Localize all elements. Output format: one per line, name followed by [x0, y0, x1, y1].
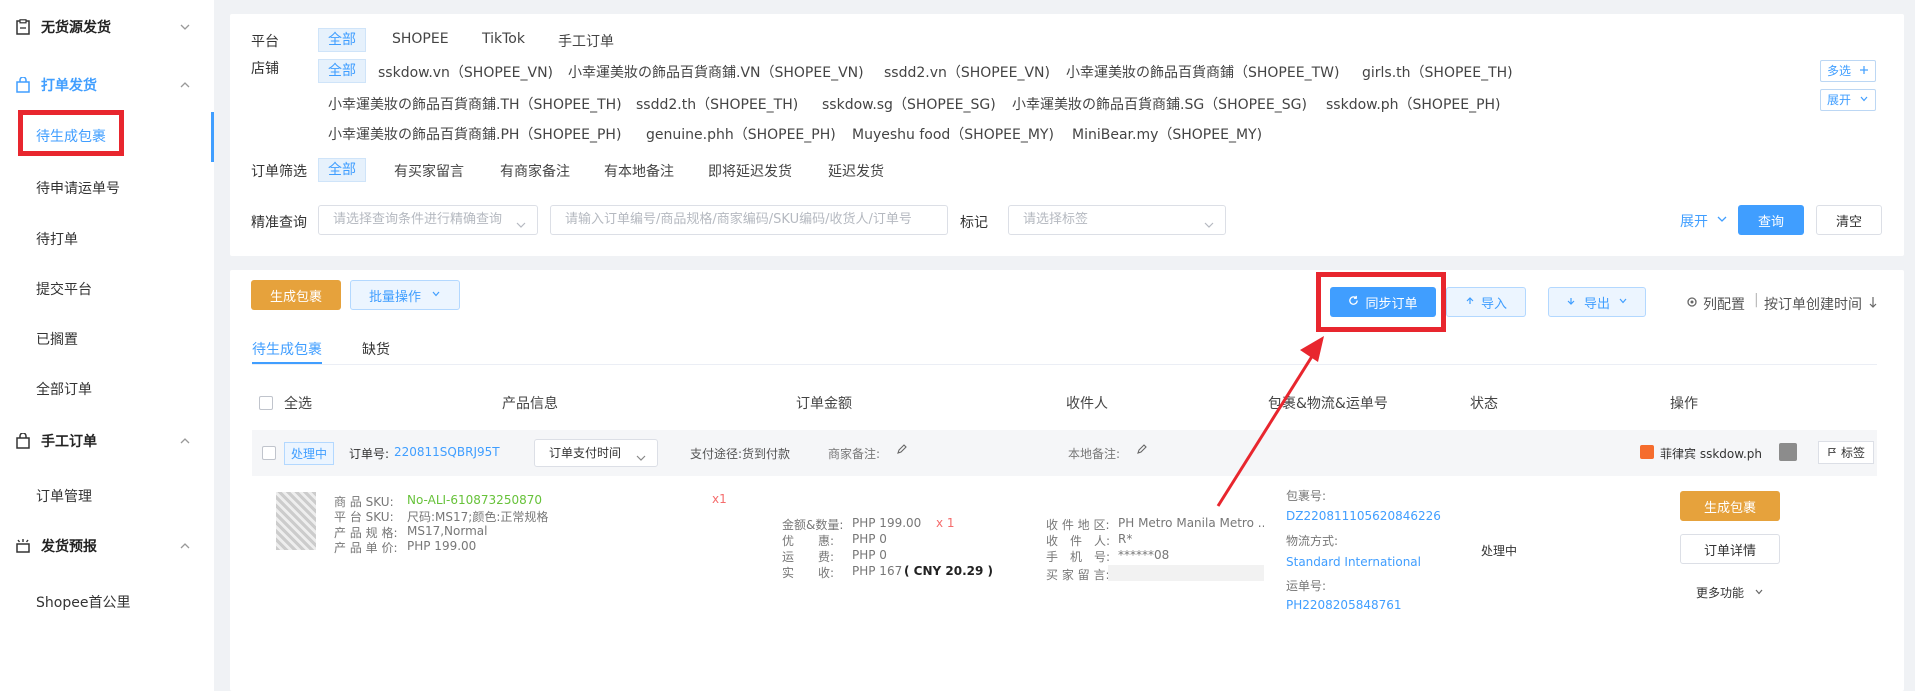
annotation-arrow-icon	[1216, 336, 1324, 507]
